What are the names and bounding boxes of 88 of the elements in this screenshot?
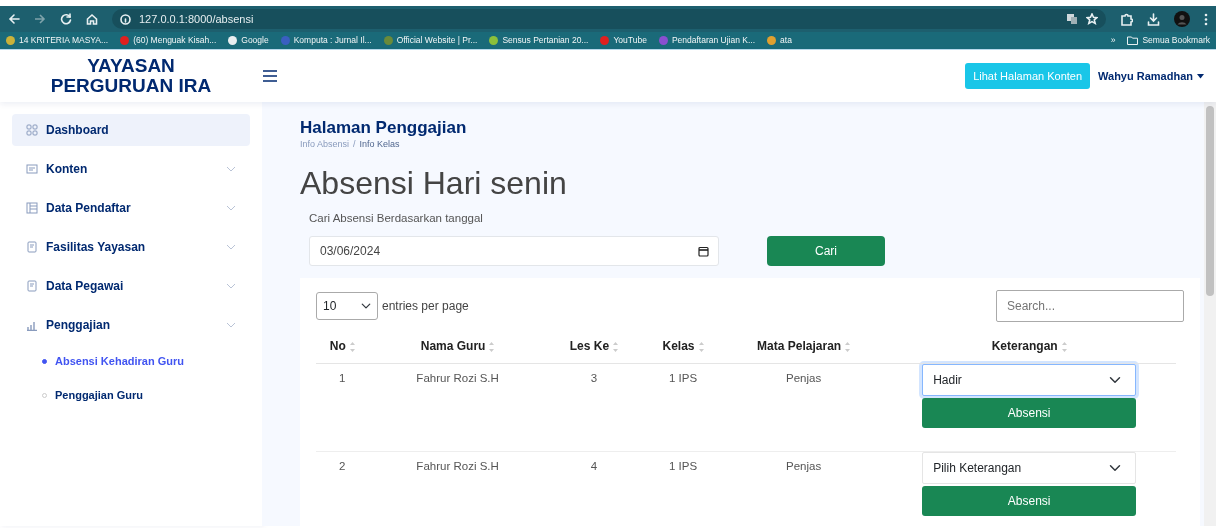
sidebar-item[interactable]: Konten: [12, 153, 250, 185]
document-icon: [26, 280, 38, 292]
bookmark-link[interactable]: (60) Menguak Kisah...: [133, 34, 217, 47]
menu-icon[interactable]: [262, 69, 278, 83]
table-cell: Penjas: [725, 363, 883, 452]
home-icon[interactable]: [86, 13, 98, 25]
table-cell: 1 IPS: [641, 363, 725, 452]
column-header[interactable]: Kelas: [641, 329, 725, 364]
sort-icon: [613, 341, 619, 354]
layout-icon: [26, 163, 38, 175]
sort-icon: [489, 341, 495, 354]
sort-icon: [845, 341, 851, 354]
attendance-button[interactable]: Absensi: [922, 398, 1137, 429]
chevron-icon: [226, 244, 236, 250]
sidebar-subitem[interactable]: Penggajian Guru: [12, 382, 250, 408]
brand-text: YAYASAN: [86, 56, 176, 76]
column-header[interactable]: Keterangan: [882, 329, 1176, 364]
bookmark-link[interactable]: Pendaftaran Ujian K...: [671, 34, 756, 47]
caret-icon: [1197, 73, 1204, 79]
user-menu[interactable]: Wahyu Ramadhan: [1098, 67, 1204, 85]
sort-icon: [1061, 341, 1067, 354]
filter-label: Cari Absensi Berdasarkan tanggal: [309, 211, 484, 227]
translate-icon[interactable]: [1066, 13, 1078, 25]
bookmarks-overflow[interactable]: »: [1110, 34, 1116, 47]
forward-icon[interactable]: [34, 13, 46, 25]
extension-icon[interactable]: [1120, 12, 1133, 26]
bookmark-link[interactable]: Google: [241, 34, 269, 47]
table-cell: Fahrur Rozi S.H: [368, 363, 547, 452]
status-select[interactable]: Pilih Keterangan: [922, 452, 1137, 485]
table-cell: Penjas: [725, 451, 883, 526]
brand-text: PERGURUAN IRA: [49, 76, 213, 96]
search-field[interactable]: Search...: [996, 289, 1184, 322]
bar-chart-icon: [26, 319, 38, 331]
entries-label: entries per page: [382, 297, 469, 315]
bookmark-link[interactable]: ata: [780, 34, 792, 47]
table-cell: 3: [546, 363, 642, 452]
sidebar-item[interactable]: Data Pendaftar: [12, 192, 250, 224]
star-icon[interactable]: [1086, 13, 1098, 25]
table-cell: 2: [316, 451, 369, 526]
attendance-button[interactable]: Absensi: [922, 486, 1137, 517]
chevron-icon: [226, 283, 236, 289]
chevron-icon: [226, 205, 236, 211]
column-header[interactable]: Nama Guru: [368, 329, 547, 364]
table-icon: [26, 202, 38, 214]
scrollbar-thumb[interactable]: [1206, 106, 1214, 296]
table-cell: 1 IPS: [641, 451, 725, 526]
sidebar-item[interactable]: Penggajian: [12, 309, 250, 341]
document-icon: [26, 241, 38, 253]
breadcrumb-separator: /: [353, 138, 356, 152]
page-title: Halaman Penggajian: [300, 118, 468, 139]
table-cell: Fahrur Rozi S.H: [368, 451, 547, 526]
info-icon: [120, 13, 131, 25]
date-field[interactable]: 03/06/2024: [309, 235, 719, 266]
sidebar-item[interactable]: Data Pegawai: [12, 270, 250, 302]
column-header[interactable]: Les Ke: [546, 329, 642, 364]
menu-icon[interactable]: [1204, 12, 1208, 26]
bookmark-link[interactable]: Komputa : Jurnal Il...: [293, 34, 372, 47]
sidebar-item[interactable]: Fasilitas Yayasan: [12, 231, 250, 263]
grid-icon: [26, 124, 38, 136]
sort-icon: [698, 341, 704, 354]
bookmark-link[interactable]: Sensus Pertanian 20...: [502, 34, 589, 47]
folder-icon: [1127, 36, 1139, 45]
reload-icon[interactable]: [60, 13, 72, 25]
back-icon[interactable]: [8, 13, 20, 25]
sort-icon: [349, 341, 355, 354]
url-text: 127.0.0.1:8000/absensi: [139, 11, 254, 27]
scrollbar[interactable]: [1204, 102, 1216, 526]
bookmark-link[interactable]: 14 KRITERIA MASYA...: [19, 34, 109, 47]
sidebar-item[interactable]: Dashboard: [12, 114, 250, 146]
chevron-icon: [226, 322, 236, 328]
table-cell: 4: [546, 451, 642, 526]
entries-select[interactable]: 10: [316, 291, 378, 320]
search-button[interactable]: Cari: [767, 235, 885, 266]
address-bar[interactable]: 127.0.0.1:8000/absensi: [112, 9, 1106, 29]
column-header[interactable]: No: [316, 329, 369, 364]
chevron-icon: [226, 166, 236, 172]
column-header[interactable]: Mata Pelajaran: [725, 329, 883, 364]
bookmark-link[interactable]: YouTube: [613, 34, 647, 47]
table-cell: 1: [316, 363, 369, 452]
breadcrumb-current: Info Kelas: [359, 138, 400, 152]
status-select[interactable]: Hadir: [922, 364, 1137, 397]
bookmark-link[interactable]: Official Website | Pr...: [396, 34, 478, 47]
sidebar-subitem[interactable]: Absensi Kehadiran Guru: [12, 348, 250, 374]
calendar-icon[interactable]: [698, 245, 709, 257]
page-heading: Absensi Hari senin: [300, 163, 568, 203]
all-bookmarks-link[interactable]: Semua Bookmark: [1142, 34, 1210, 47]
avatar-icon[interactable]: [1174, 11, 1190, 27]
download-icon[interactable]: [1147, 12, 1160, 26]
